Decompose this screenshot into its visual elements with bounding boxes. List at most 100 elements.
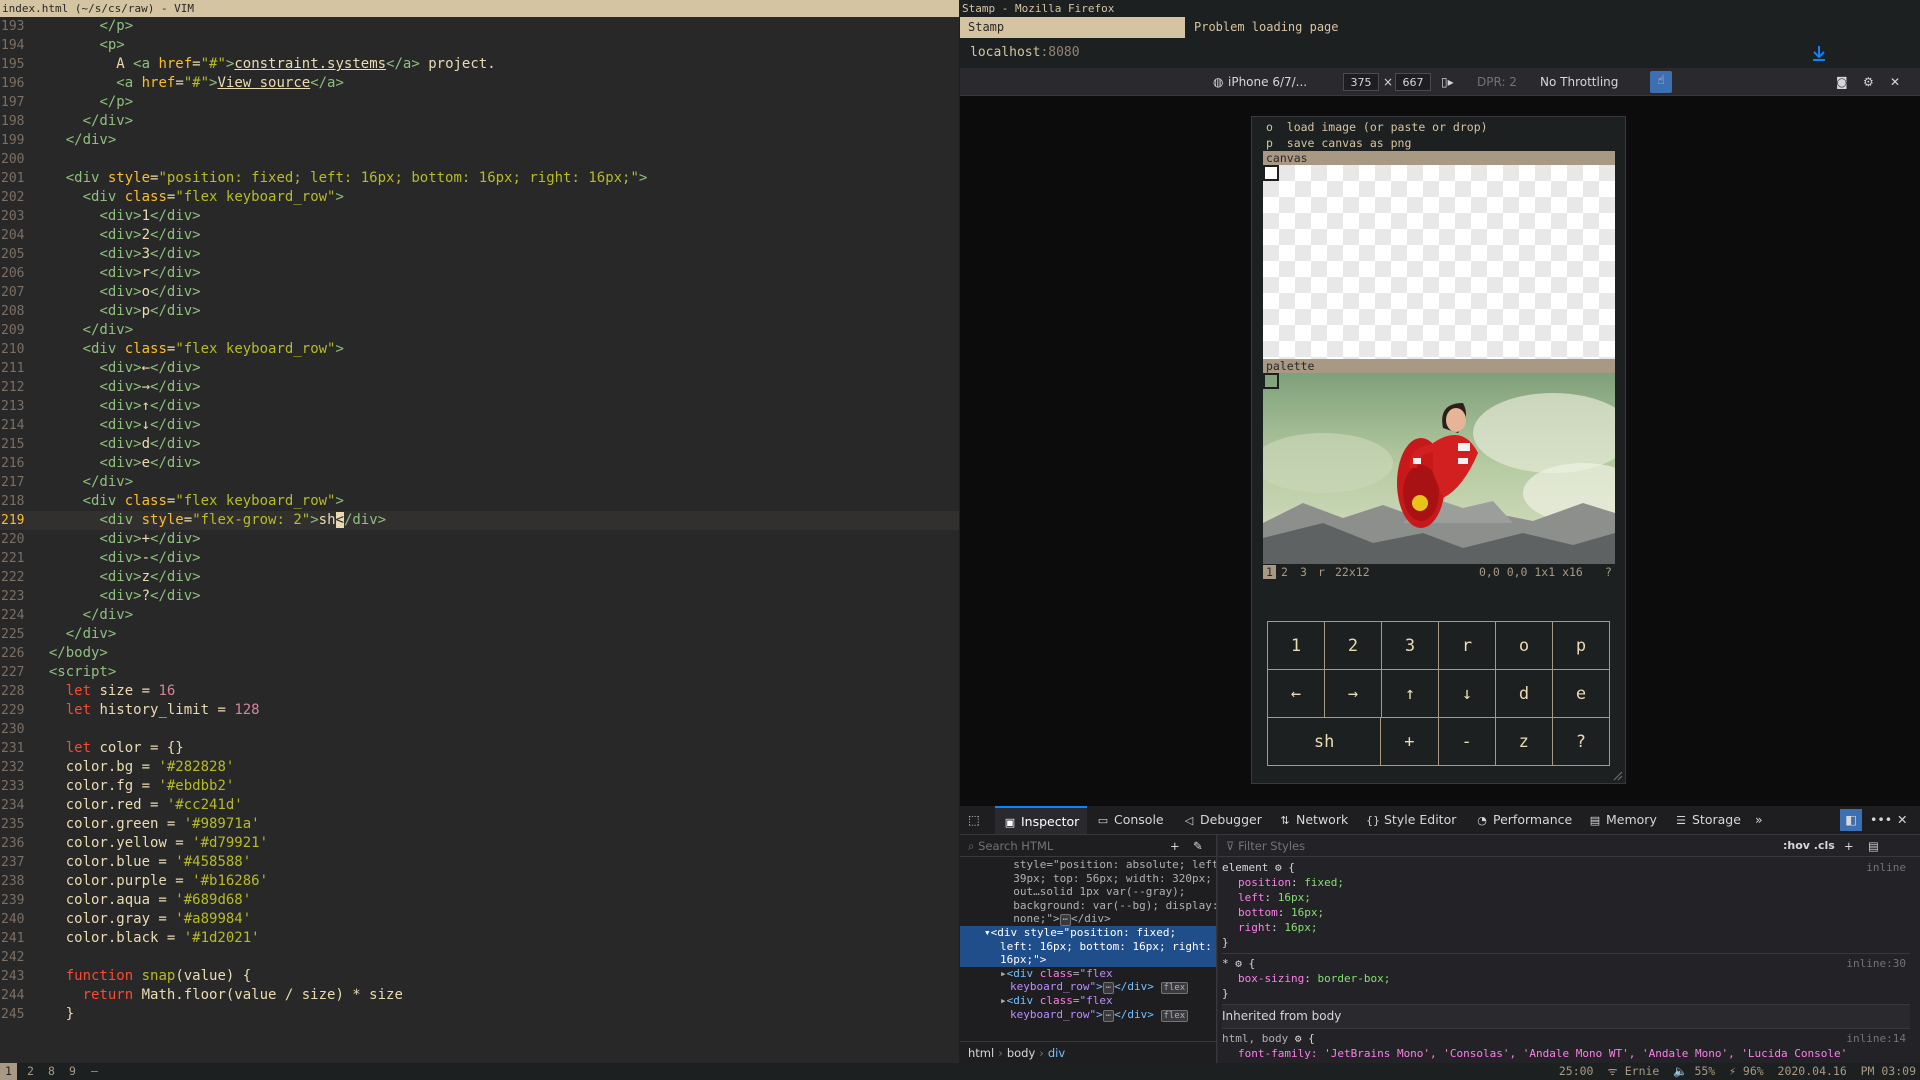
hov-cls-toggle[interactable]: :hov .cls (1783, 835, 1835, 857)
devtools-menu-icon[interactable]: ••• (1870, 806, 1892, 834)
dock-side-icon[interactable]: ◧ (1840, 809, 1862, 831)
tab-debugger[interactable]: ◁ Debugger (1182, 806, 1262, 834)
key-up[interactable]: ↑ (1381, 669, 1439, 718)
workspace-9[interactable]: 9 (64, 1063, 81, 1080)
tab-style-editor[interactable]: {} Style Editor (1366, 806, 1456, 834)
key-plus[interactable]: + (1380, 717, 1439, 766)
key-minus[interactable]: - (1437, 717, 1496, 766)
key-2[interactable]: 2 (1324, 621, 1382, 670)
element-picker-icon[interactable]: ⬚ (968, 806, 980, 834)
key-shift[interactable]: sh (1267, 717, 1382, 766)
css-declaration[interactable]: font-family: 'JetBrains Mono', 'Consolas… (1222, 1046, 1910, 1061)
code-line: 234 color.red = '#cc241d' (1, 797, 243, 813)
keyboard-row: ← → ↑ ↓ d e (1267, 669, 1610, 718)
key-right[interactable]: → (1324, 669, 1382, 718)
workspace-dash[interactable]: – (86, 1063, 103, 1080)
filter-styles-input[interactable]: ⊽ Filter Styles :hov .cls + ▤ (1218, 835, 1920, 857)
key-3[interactable]: 3 (1381, 621, 1439, 670)
markup-node[interactable]: background: var(--bg); display: (960, 899, 1216, 913)
markup-node[interactable]: keyboard_row"> ⋯ </div> flex (960, 980, 1216, 994)
palette-help-button[interactable]: ? (1605, 565, 1612, 579)
vim-code-area[interactable]: 193 </p> 194 <p> 195 A <a href="#">const… (0, 17, 959, 1063)
url-text[interactable]: localhost:8080 (970, 45, 1080, 60)
markup-node-selected[interactable]: 16px;"> (960, 953, 1216, 967)
breadcrumb-body[interactable]: body (1007, 1046, 1035, 1060)
css-declaration[interactable]: bottom: 16px; (1222, 905, 1910, 920)
tab-storage[interactable]: ☰ Storage (1674, 806, 1741, 834)
breadcrumb-html[interactable]: html (968, 1046, 994, 1060)
workspace-2[interactable]: 2 (22, 1063, 39, 1080)
workspace-8[interactable]: 8 (43, 1063, 60, 1080)
tab-memory[interactable]: ▤ Memory (1588, 806, 1657, 834)
print-media-icon[interactable]: ▤ (1868, 835, 1879, 857)
rule-source[interactable]: inline:30 (1846, 956, 1906, 971)
markup-node[interactable]: keyboard_row"> ⋯ </div> flex (960, 1008, 1216, 1022)
resize-grip-icon[interactable] (1613, 771, 1623, 781)
palette-status-bar: 1 2 3 r 22x12 0,0 0,0 1x1 x16 ? (1263, 565, 1615, 579)
css-declaration[interactable]: box-sizing: border-box; (1222, 971, 1910, 986)
css-declaration[interactable]: position: fixed; (1222, 875, 1910, 890)
tab-inspector[interactable]: ▣ Inspector (995, 806, 1088, 834)
key-r[interactable]: r (1438, 621, 1496, 670)
tab-network[interactable]: ⇅ Network (1278, 806, 1348, 834)
key-e[interactable]: e (1552, 669, 1610, 718)
key-left[interactable]: ← (1267, 669, 1325, 718)
more-tabs-icon[interactable]: » (1755, 806, 1763, 834)
css-rule: inline:30 * ⚙ { box-sizing: border-box; … (1222, 954, 1910, 1005)
code-line: 228 let size = 16 (1, 683, 176, 699)
palette-image[interactable] (1263, 373, 1615, 564)
key-z[interactable]: z (1494, 717, 1553, 766)
markup-node[interactable]: 39px; top: 56px; width: 320px; (960, 872, 1216, 886)
markup-node[interactable]: out…solid 1px var(--gray); (960, 885, 1216, 899)
add-rule-icon[interactable]: + (1844, 835, 1854, 857)
viewport-height-input[interactable]: 667 (1395, 73, 1431, 91)
screenshot-icon[interactable]: ◙ (1836, 73, 1848, 91)
css-declaration[interactable]: left: 16px; (1222, 890, 1910, 905)
markup-node[interactable]: style="position: absolute; left: (960, 858, 1216, 872)
palette-button-1[interactable]: 1 (1263, 565, 1276, 579)
markup-node-selected[interactable]: left: 16px; bottom: 16px; right: (960, 939, 1216, 953)
key-d[interactable]: d (1495, 669, 1553, 718)
rule-source[interactable]: inline (1866, 860, 1906, 875)
key-help[interactable]: ? (1551, 717, 1611, 766)
touch-simulation-icon[interactable]: ☝ (1650, 71, 1672, 93)
rotate-icon[interactable]: ▯▸ (1441, 73, 1457, 91)
download-icon[interactable] (1810, 44, 1828, 62)
tab-console[interactable]: ▭ Console (1096, 806, 1164, 834)
canvas-area[interactable] (1263, 165, 1615, 359)
markup-node[interactable]: none;"> ⋯ </div> (960, 912, 1216, 926)
workspace-1[interactable]: 1 (0, 1063, 17, 1080)
key-o[interactable]: o (1495, 621, 1553, 670)
palette-button-2[interactable]: 2 (1281, 565, 1288, 579)
tab-problem-loading[interactable]: Problem loading page (1186, 17, 1486, 38)
throttling-selector[interactable]: No Throttling (1540, 73, 1618, 91)
viewport-width-input[interactable]: 375 (1343, 73, 1379, 91)
dpr-selector[interactable]: DPR: 2 (1477, 73, 1517, 91)
css-rule: inline:14 html, body ⚙ { font-family: 'J… (1222, 1029, 1910, 1063)
breadcrumb-div[interactable]: div (1048, 1046, 1065, 1060)
url-bar[interactable]: localhost:8080 (960, 38, 1920, 68)
markup-tree: style="position: absolute; left: 39px; t… (960, 858, 1216, 1041)
settings-gear-icon[interactable]: ⚙ (1863, 73, 1874, 91)
markup-node[interactable]: ▸<div class="flex (960, 967, 1216, 981)
tab-performance[interactable]: ◔ Performance (1475, 806, 1572, 834)
add-node-icon[interactable]: + (1170, 835, 1180, 857)
eyedropper-icon[interactable]: ✎ (1193, 835, 1203, 857)
palette-button-3[interactable]: 3 (1300, 565, 1307, 579)
key-p[interactable]: p (1552, 621, 1610, 670)
device-selector[interactable]: iPhone 6/7/... (1228, 73, 1316, 91)
markup-node[interactable]: ▸<div class="flex (960, 994, 1216, 1008)
code-line: 204 <div>2</div> (1, 227, 201, 243)
tab-stamp[interactable]: Stamp (960, 17, 1185, 38)
search-html-input[interactable]: ⌕ Search HTML + ✎ (960, 835, 1216, 857)
rule-source[interactable]: inline:14 (1846, 1031, 1906, 1046)
url-port: :8080 (1040, 45, 1080, 60)
key-1[interactable]: 1 (1267, 621, 1325, 670)
code-line: 193 </p> (1, 18, 134, 34)
markup-node-selected[interactable]: ▾<div style="position: fixed; (960, 926, 1216, 940)
close-rdm-icon[interactable]: ✕ (1890, 73, 1900, 91)
css-declaration[interactable]: right: 16px; (1222, 920, 1910, 935)
palette-button-r[interactable]: r (1318, 565, 1325, 579)
key-down[interactable]: ↓ (1438, 669, 1496, 718)
devtools-close-icon[interactable]: ✕ (1897, 806, 1907, 834)
